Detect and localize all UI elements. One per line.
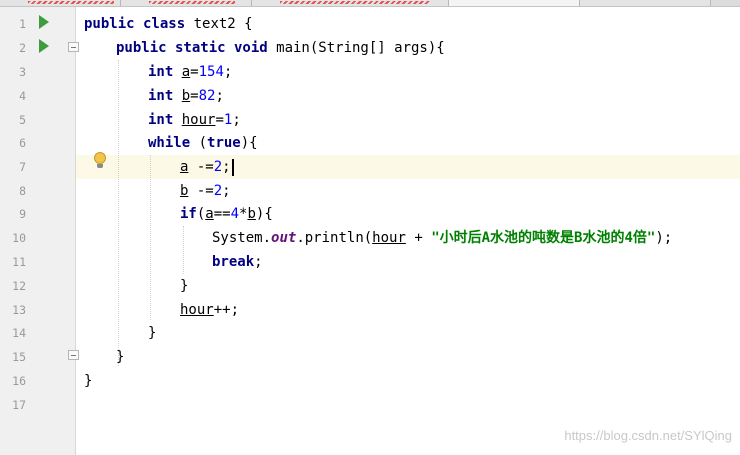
editor-tab[interactable]: [252, 0, 449, 6]
indent-guide: [118, 60, 119, 366]
run-icon[interactable]: [39, 39, 49, 53]
indent-guide: [183, 226, 184, 274]
line-number: 6: [19, 136, 26, 150]
line-number: 17: [12, 398, 26, 412]
fold-icon[interactable]: [68, 350, 79, 360]
code-line[interactable]: public static void main(String[] args){: [116, 36, 445, 60]
code-line[interactable]: }: [148, 321, 156, 345]
code-line[interactable]: System.out.println(hour + "小时后A水池的吨数是B水池…: [212, 226, 672, 250]
code-line[interactable]: }: [116, 345, 124, 369]
code-line-current[interactable]: a -=2;: [180, 155, 234, 179]
line-number: 10: [12, 231, 26, 245]
code-line[interactable]: int a=154;: [148, 60, 232, 84]
line-number: 16: [12, 374, 26, 388]
line-number: 1: [19, 17, 26, 31]
line-number: 5: [19, 113, 26, 127]
line-number: 4: [19, 89, 26, 103]
run-icon[interactable]: [39, 15, 49, 29]
code-line[interactable]: b -=2;: [180, 179, 231, 203]
editor-tab[interactable]: [121, 0, 252, 6]
code-line[interactable]: if(a==4*b){: [180, 202, 273, 226]
code-line[interactable]: int b=82;: [148, 84, 224, 108]
error-underline: [149, 1, 235, 4]
line-number: 14: [12, 326, 26, 340]
line-number: 7: [19, 160, 26, 174]
code-line[interactable]: }: [84, 369, 92, 393]
line-number: 3: [19, 65, 26, 79]
fold-icon[interactable]: [68, 42, 79, 52]
code-line[interactable]: hour++;: [180, 298, 239, 322]
editor-tab-active[interactable]: [449, 0, 580, 6]
error-underline: [280, 1, 430, 4]
editor-tab-bar: [0, 0, 740, 7]
indent-guide: [150, 155, 151, 320]
editor-tab[interactable]: [580, 0, 711, 6]
line-number: 9: [19, 207, 26, 221]
code-line[interactable]: while (true){: [148, 131, 258, 155]
text-caret: [231, 158, 234, 176]
code-line[interactable]: }: [180, 274, 188, 298]
current-line-highlight: [76, 155, 740, 179]
line-number: 2: [19, 41, 26, 55]
error-underline: [28, 1, 114, 4]
line-number: 12: [12, 279, 26, 293]
watermark: https://blog.csdn.net/SYlQing: [564, 428, 732, 443]
editor-tab[interactable]: [0, 0, 121, 6]
lightbulb-icon[interactable]: [94, 152, 106, 170]
line-number: 15: [12, 350, 26, 364]
code-line[interactable]: public class text2 {: [84, 12, 253, 36]
code-line[interactable]: int hour=1;: [148, 108, 241, 132]
line-number: 11: [12, 255, 26, 269]
line-number: 13: [12, 303, 26, 317]
line-number: 8: [19, 184, 26, 198]
code-line[interactable]: break;: [212, 250, 263, 274]
